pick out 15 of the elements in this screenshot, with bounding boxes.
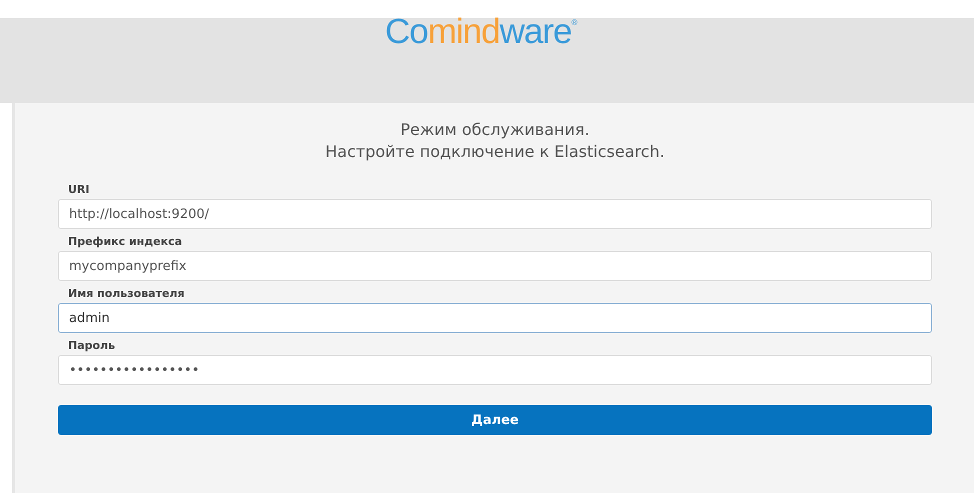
- field-label: URI: [68, 183, 90, 196]
- heading-text: Настройте подключение к Elasticsearch.: [324, 141, 666, 163]
- field-label: Пароль: [68, 339, 116, 352]
- heading-text: Режим обслуживания.: [399, 119, 591, 141]
- next-button[interactable]: Далее: [58, 405, 932, 435]
- input-field[interactable]: mycompanyprefix: [58, 251, 932, 281]
- input-field[interactable]: http://localhost:9200/: [58, 199, 932, 229]
- logo-text: ware: [500, 12, 572, 52]
- registered-mark: ®: [572, 18, 578, 28]
- logo-text: mind: [428, 12, 500, 52]
- field-label: Имя пользователя: [68, 287, 186, 300]
- input-field[interactable]: •••••••••••••••••: [58, 355, 932, 385]
- field-label: Префикс индекса: [68, 235, 184, 248]
- input-field[interactable]: admin: [58, 303, 932, 333]
- logo-text: Co: [385, 12, 428, 52]
